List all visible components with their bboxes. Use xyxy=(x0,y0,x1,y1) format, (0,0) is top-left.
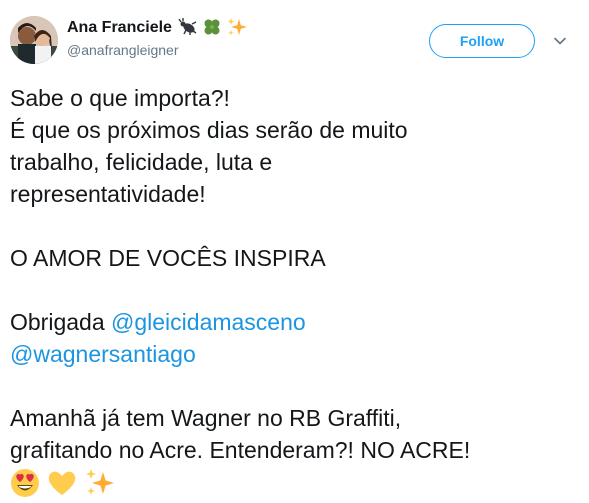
sparkles-icon xyxy=(85,469,114,495)
tweet-line: Sabe o que importa?! xyxy=(10,85,230,111)
tweet-line: É que os próximos dias serão de muito xyxy=(10,117,408,143)
four-leaf-clover-icon xyxy=(204,19,220,35)
heart-eyes-icon xyxy=(11,469,39,497)
user-handle[interactable]: @anafrangleigner xyxy=(67,40,247,60)
user-names: Ana Franciele @anafrangleigner xyxy=(67,17,247,60)
tweet-line: trabalho, felicidade, luta e xyxy=(10,149,273,175)
mention-link[interactable]: @wagnersantiago xyxy=(10,341,196,367)
follow-button[interactable]: Follow xyxy=(429,24,535,58)
thanks-text: Obrigada xyxy=(10,309,112,335)
tweet-shout: O AMOR DE VOCÊS INSPIRA xyxy=(10,245,326,271)
tweet-line: Amanhã já tem Wagner no RB Graffiti, xyxy=(10,405,402,431)
ending-emojis xyxy=(10,466,585,498)
display-name[interactable]: Ana Franciele xyxy=(67,17,172,39)
tweet-text: Sabe o que importa?! É que os próximos d… xyxy=(10,82,585,498)
thanks-line: Obrigada @gleicidamasceno xyxy=(10,306,585,338)
tweet-line: representatividade! xyxy=(10,181,206,207)
bug-emoji-icon xyxy=(178,18,197,35)
mention-line: @wagnersantiago xyxy=(10,338,585,370)
chevron-down-icon[interactable] xyxy=(553,34,567,48)
yellow-heart-icon xyxy=(49,471,76,495)
tweet-line: grafitando no Acre. Entenderam?! NO ACRE… xyxy=(10,437,471,463)
sparkles-icon xyxy=(227,18,247,36)
tweet-card: Ana Franciele @anafrangleigner Follow Sa… xyxy=(0,0,589,503)
mention-link[interactable]: @gleicidamasceno xyxy=(111,309,306,335)
name-emojis xyxy=(178,17,247,39)
avatar[interactable] xyxy=(10,16,58,64)
